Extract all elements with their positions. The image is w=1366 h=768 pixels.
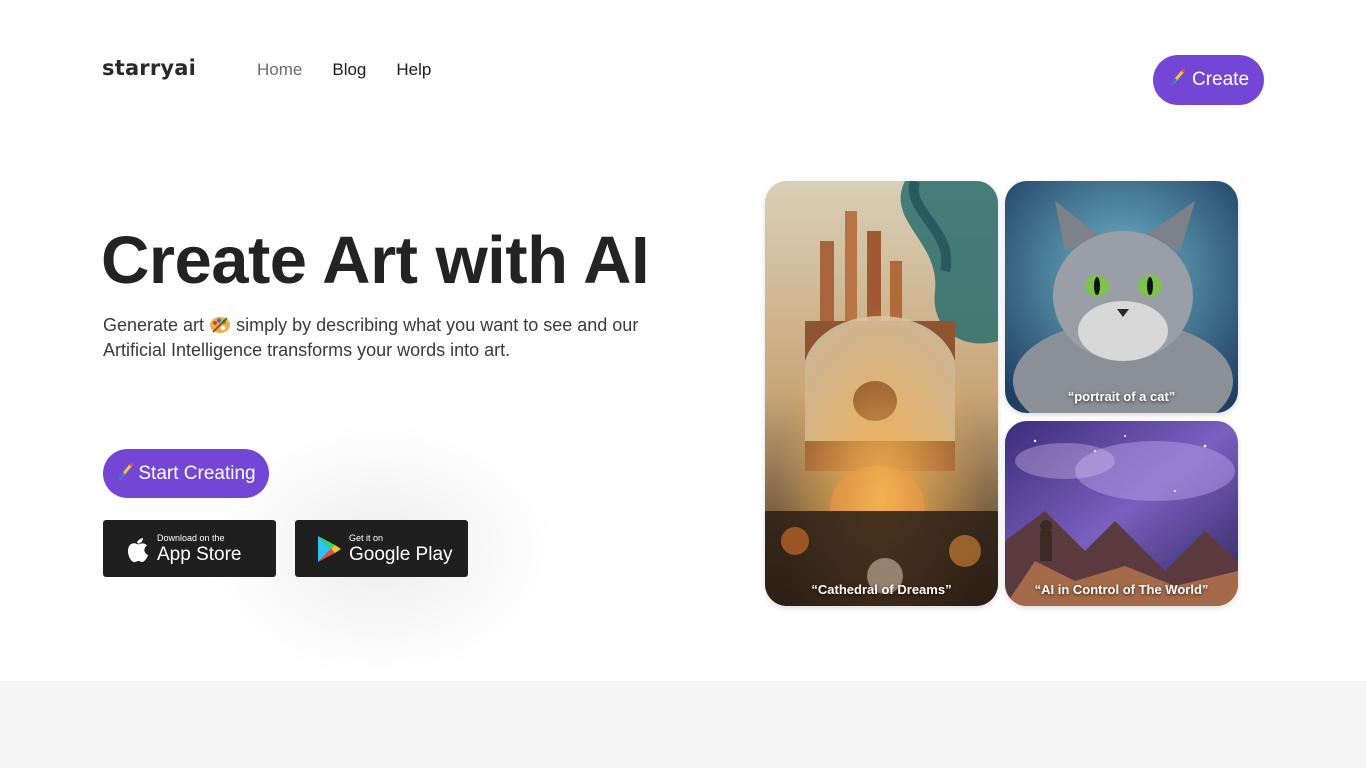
create-button-label: Create bbox=[1191, 69, 1250, 90]
google-play-big-text: Google Play bbox=[349, 543, 453, 565]
main-nav: Home Blog Help bbox=[257, 60, 431, 80]
create-button[interactable]: Create bbox=[1153, 55, 1264, 105]
palette-icon bbox=[209, 315, 236, 335]
site-header: starryai Home Blog Help Create bbox=[0, 0, 1366, 140]
footer-band bbox=[0, 681, 1366, 768]
start-creating-label: Start Creating bbox=[138, 462, 256, 484]
gallery-card-cat: “portrait of a cat” bbox=[1005, 181, 1238, 413]
gallery-caption-cat: “portrait of a cat” bbox=[1067, 389, 1176, 404]
hero-description: Generate art simply by describing what y… bbox=[103, 313, 643, 363]
gallery-card-cathedral: “Cathedral of Dreams” bbox=[765, 181, 998, 606]
nav-blog-link[interactable]: Blog bbox=[332, 60, 366, 80]
cathedral-artwork bbox=[765, 181, 998, 606]
hero-description-part1: Generate art bbox=[103, 315, 205, 335]
hero-title: Create Art with AI bbox=[101, 223, 650, 298]
app-store-small-text: Download on the bbox=[157, 532, 225, 543]
gallery-card-space: “AI in Control of The World” bbox=[1005, 421, 1238, 606]
start-creating-button[interactable]: Start Creating bbox=[103, 449, 269, 498]
google-play-small-text: Get it on bbox=[349, 532, 384, 543]
gallery-caption-space: “AI in Control of The World” bbox=[1034, 582, 1209, 597]
app-store-big-text: App Store bbox=[157, 543, 242, 565]
cat-artwork bbox=[1005, 181, 1238, 413]
app-store-badge[interactable]: Download on the App Store bbox=[103, 520, 276, 577]
nav-help-link[interactable]: Help bbox=[396, 60, 431, 80]
gallery-caption-cathedral: “Cathedral of Dreams” bbox=[811, 582, 952, 597]
paintbrush-icon bbox=[1168, 67, 1188, 93]
google-play-icon bbox=[309, 529, 349, 569]
paintbrush-icon bbox=[116, 461, 136, 487]
logo[interactable]: starryai bbox=[102, 56, 196, 80]
google-play-badge[interactable]: Get it on Google Play bbox=[295, 520, 468, 577]
space-artwork bbox=[1005, 421, 1238, 606]
nav-home-link[interactable]: Home bbox=[257, 60, 302, 80]
apple-icon bbox=[117, 529, 157, 569]
